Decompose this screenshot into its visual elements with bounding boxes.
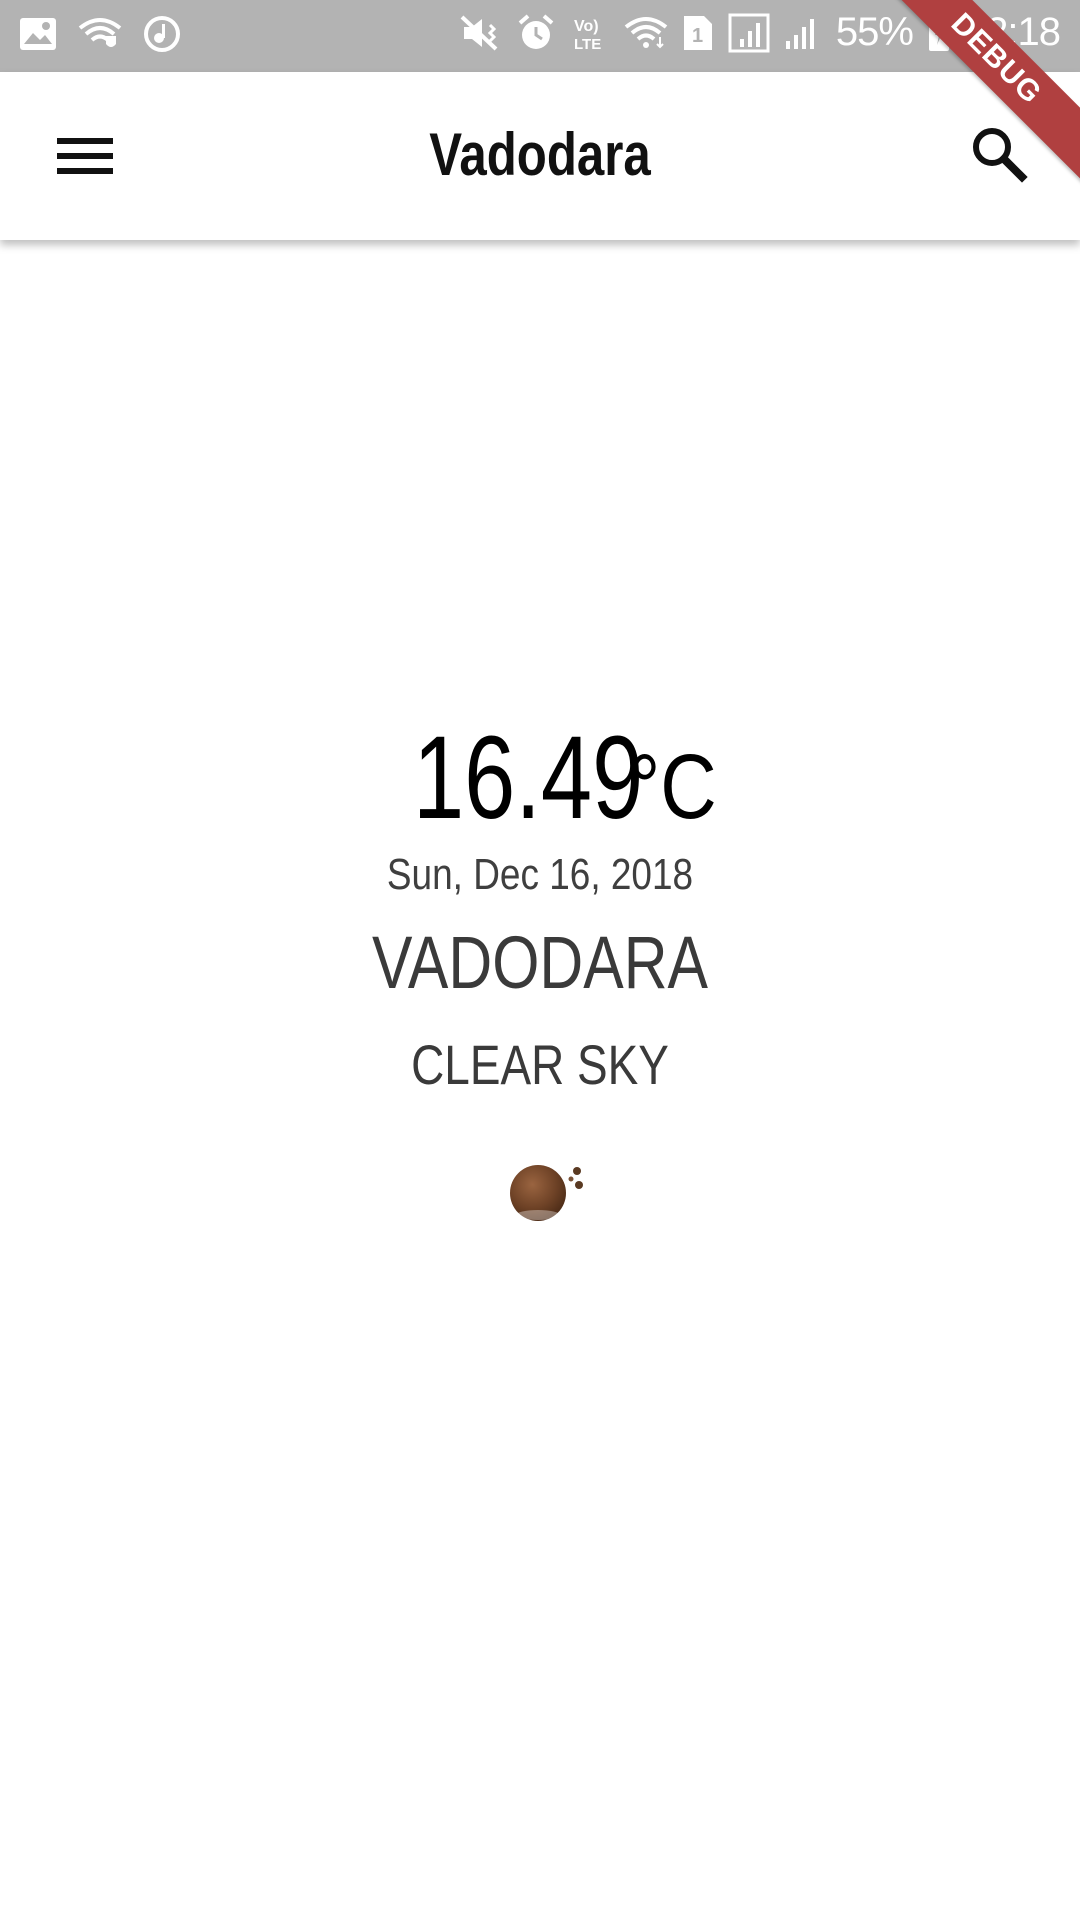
- battery-percent: 55%: [835, 10, 914, 54]
- wifi-icon: [624, 15, 668, 51]
- search-icon: [970, 125, 1028, 188]
- signal-sim1-icon: [728, 13, 770, 53]
- alarm-icon: [516, 13, 556, 53]
- signal-sim2-icon: [784, 13, 822, 53]
- app-bar: Vadodara: [0, 72, 1080, 240]
- weather-condition: CLEAR SKY: [411, 1033, 669, 1096]
- svg-text:Vo): Vo): [574, 18, 599, 35]
- wifi-shield-icon: [78, 16, 122, 52]
- clear-sky-night-icon: [505, 1155, 590, 1225]
- date-label: Sun, Dec 16, 2018: [386, 850, 694, 899]
- svg-text:LTE: LTE: [574, 36, 601, 53]
- gallery-icon: [18, 16, 58, 52]
- svg-text:1: 1: [692, 25, 703, 47]
- temperature-value: 16.49: [412, 712, 643, 844]
- temperature-unit: °C: [629, 736, 717, 838]
- weather-panel: 16.49 °C Sun, Dec 16, 2018 VADODARA CLEA…: [0, 240, 1080, 1920]
- temperature-display: 16.49 °C: [0, 710, 1080, 846]
- volte-icon: Vo) LTE: [570, 13, 610, 53]
- sim-slot-icon: 1: [682, 14, 714, 52]
- status-left-icons: [18, 14, 182, 54]
- mute-vibrate-icon: [460, 15, 502, 51]
- music-sync-icon: [142, 14, 182, 54]
- city-name: VADODARA: [371, 921, 709, 1004]
- app-title: Vadodara: [429, 121, 651, 188]
